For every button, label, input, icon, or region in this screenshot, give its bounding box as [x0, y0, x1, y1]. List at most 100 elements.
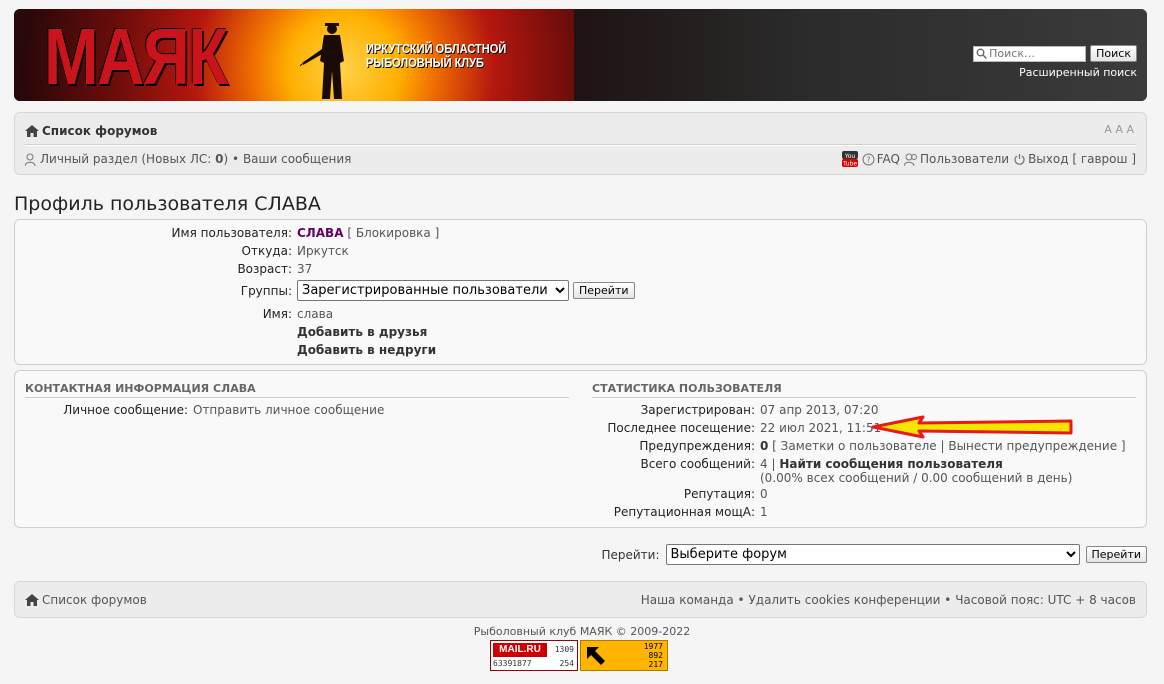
contact-heading: КОНТАКТНАЯ ИНФОРМАЦИЯ СЛАВА — [25, 382, 569, 398]
registered-label: Зарегистрирован: — [640, 403, 755, 417]
footer-nav: Список форумов Наша команда • Удалить co… — [14, 581, 1147, 618]
age-label: Возраст: — [237, 262, 292, 276]
row-warnings: Предупреждения: 0 [ Заметки о пользовате… — [592, 439, 1125, 453]
club-name: ИРКУТСКИЙ ОБЛАСТНОЙ РЫБОЛОВНЫЙ КЛУБ — [366, 42, 511, 70]
svg-text:Tube: Tube — [842, 161, 857, 168]
location-label: Откуда: — [241, 244, 292, 258]
contact-stats-panel: КОНТАКТНАЯ ИНФОРМАЦИЯ СЛАВА Личное сообщ… — [14, 370, 1147, 528]
separator-bullet: • — [232, 152, 240, 166]
user-icon — [25, 153, 36, 166]
send-pm-link[interactable]: Отправить личное сообщение — [193, 403, 384, 417]
fisherman-silhouette-icon — [300, 23, 344, 99]
posts-label: Всего сообщений: — [640, 457, 755, 471]
counters: MAIL.RU 63391877 1309 254 1977 892 217 — [490, 640, 668, 671]
forum-jump-select[interactable]: Выберите форум — [665, 544, 1080, 565]
posts-value: 4 — [760, 457, 768, 471]
annotation-arrow-icon — [871, 415, 1073, 439]
ucp-link[interactable]: Личный раздел — [40, 152, 138, 166]
your-posts-link[interactable]: Ваши сообщения — [243, 152, 351, 166]
row-registered: Зарегистрирован: 07 апр 2013, 07:20 — [592, 403, 879, 417]
row-username: Имя пользователя: СЛАВА [ Блокировка ] — [15, 226, 440, 240]
profile-panel: Имя пользователя: СЛАВА [ Блокировка ] О… — [14, 219, 1147, 365]
row-posts: Всего сообщений: 4 | Найти сообщения пол… — [592, 457, 1072, 485]
warnings-label: Предупреждения: — [639, 439, 755, 453]
username-label: Имя пользователя: — [171, 226, 292, 240]
mailru-total: 63391877 — [493, 659, 532, 668]
search-field — [973, 45, 1087, 62]
site-logo[interactable]: МАЯК — [44, 13, 228, 101]
site-header: МАЯК ИРКУТСКИЙ ОБЛАСТНОЙ РЫБОЛОВНЫЙ КЛУБ — [14, 9, 1147, 101]
issue-warning-link[interactable]: Вынести предупреждение — [948, 439, 1117, 453]
groups-label: Группы: — [240, 283, 292, 298]
search-input[interactable] — [987, 47, 1082, 60]
nav-right-links: You Tube ? FAQ Пользователи Выход [ гавро… — [841, 151, 1136, 168]
row-name: Имя: слава — [15, 307, 333, 321]
logout-username: гаврош — [1080, 152, 1128, 166]
warnings-value: 0 — [760, 439, 769, 453]
row-rep-power: Репутационная мощА: 1 — [592, 505, 768, 519]
svg-text:?: ? — [866, 156, 870, 165]
advanced-search-link[interactable]: Расширенный поиск — [967, 66, 1137, 79]
youtube-icon[interactable]: You Tube — [841, 151, 858, 168]
search-box: Поиск Расширенный поиск — [967, 45, 1137, 79]
mailru-brand: MAIL.RU — [493, 643, 547, 657]
groups-select[interactable]: Зарегистрированные пользователи — [297, 280, 569, 301]
counter-value-c: 217 — [648, 660, 663, 669]
mailru-counter[interactable]: MAIL.RU 63391877 1309 254 — [490, 640, 578, 671]
svg-text:You: You — [844, 153, 856, 160]
logout-link[interactable]: Выход [ гаврош ] — [1028, 152, 1136, 166]
reputation-label: Репутация: — [683, 487, 755, 501]
ucp-links: Личный раздел (Новых ЛС: 0) • Ваши сообщ… — [25, 152, 351, 166]
members-link[interactable]: Пользователи — [920, 152, 1009, 166]
nav-bar: Список форумов A A A Личный раздел (Новы… — [14, 112, 1147, 175]
home-icon — [25, 125, 39, 137]
row-reputation: Репутация: 0 — [592, 487, 768, 501]
row-groups: Группы: Зарегистрированные пользователи … — [15, 280, 635, 301]
faq-link[interactable]: FAQ — [877, 152, 900, 166]
last-visit-label: Последнее посещение: — [607, 421, 755, 435]
liveinternet-counter[interactable]: 1977 892 217 — [580, 640, 668, 671]
mailru-count-a: 1309 — [554, 645, 574, 654]
team-link[interactable]: Наша команда — [641, 593, 734, 607]
age-value: 37 — [297, 262, 313, 276]
rep-power-value: 1 — [760, 505, 768, 519]
add-foe-link[interactable]: Добавить в недруги — [297, 343, 436, 357]
mailru-count-b: 254 — [559, 659, 574, 668]
new-pm-link[interactable]: (Новых ЛС: 0) — [141, 152, 228, 166]
jump-box: Перейти: Выберите форум Перейти — [601, 544, 1147, 565]
page-title: Профиль пользователя СЛАВА — [14, 193, 321, 215]
search-button[interactable]: Поиск — [1090, 45, 1137, 62]
new-pm-prefix: (Новых ЛС: — [141, 152, 216, 166]
name-value: слава — [297, 307, 334, 321]
timezone-text: Часовой пояс: UTC + 8 часов — [955, 593, 1136, 607]
rep-power-label: Репутационная мощА: — [613, 505, 755, 519]
row-location: Откуда: Иркутск — [15, 244, 349, 258]
jump-label: Перейти: — [601, 547, 660, 562]
find-posts-link[interactable]: Найти сообщения пользователя — [779, 457, 1002, 471]
user-notes-link[interactable]: Заметки о пользователе — [781, 439, 937, 453]
header-banner[interactable]: МАЯК ИРКУТСКИЙ ОБЛАСТНОЙ РЫБОЛОВНЫЙ КЛУБ — [14, 9, 604, 101]
posts-ratio: (0.00% всех сообщений / 0.00 сообщений в… — [760, 471, 1073, 485]
delete-cookies-link[interactable]: Удалить cookies конференции — [748, 593, 940, 607]
footer-right: Наша команда • Удалить cookies конференц… — [641, 593, 1136, 607]
home-icon — [25, 594, 39, 606]
footer-left: Список форумов — [25, 593, 147, 607]
forum-jump-go-button[interactable]: Перейти — [1085, 546, 1147, 563]
font-resize-label: A A A — [1104, 123, 1134, 136]
copyright: Рыболовный клуб МАЯК © 2009-2022 — [473, 625, 691, 638]
ban-link[interactable]: Блокировка — [356, 226, 431, 240]
power-icon — [1014, 154, 1025, 165]
breadcrumb-forum-index[interactable]: Список форумов — [42, 124, 157, 138]
row-add-foe: Добавить в недруги — [297, 343, 436, 357]
registered-value: 07 апр 2013, 07:20 — [760, 403, 879, 417]
new-pm-count: 0 — [215, 152, 224, 166]
counter-value-a: 1977 — [643, 642, 663, 651]
row-age: Возраст: 37 — [15, 262, 312, 276]
club-name-line1: ИРКУТСКИЙ ОБЛАСТНОЙ — [366, 41, 507, 56]
footer-forum-index-link[interactable]: Список форумов — [42, 593, 147, 607]
add-friend-link[interactable]: Добавить в друзья — [297, 325, 427, 339]
groups-go-button[interactable]: Перейти — [573, 282, 635, 299]
reputation-value: 0 — [760, 487, 768, 501]
font-resize-control[interactable]: A A A — [1104, 123, 1134, 136]
stats-heading: СТАТИСТИКА ПОЛЬЗОВАТЕЛЯ — [592, 382, 1136, 398]
